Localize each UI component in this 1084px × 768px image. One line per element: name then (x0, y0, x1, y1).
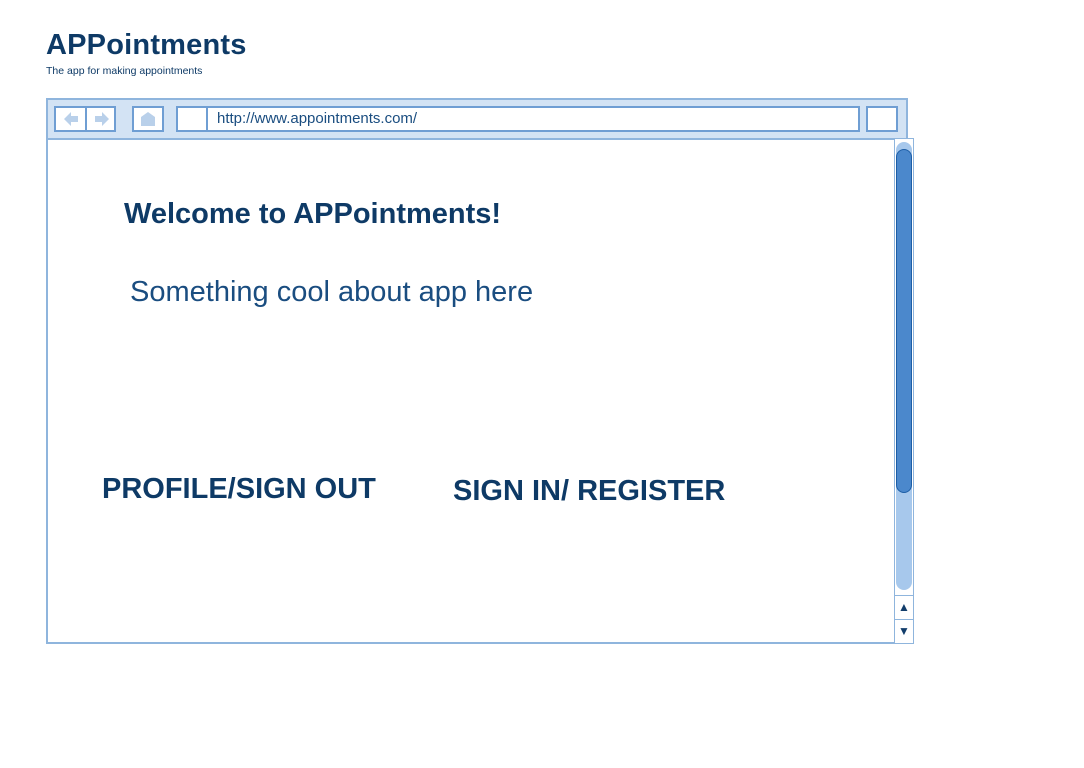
profile-sign-out-link[interactable]: PROFILE/SIGN OUT (102, 471, 376, 507)
triangle-up-icon: ▲ (898, 600, 910, 614)
scroll-down-button[interactable]: ▼ (895, 619, 913, 642)
forward-button[interactable] (87, 108, 116, 130)
back-arrow-icon (63, 112, 78, 126)
home-icon (141, 112, 155, 126)
welcome-heading: Welcome to APPointments! (124, 198, 502, 230)
scroll-up-button[interactable]: ▲ (895, 595, 913, 618)
sign-in-register-link[interactable]: SIGN IN/ REGISTER (453, 473, 725, 509)
nav-button-group (54, 106, 116, 132)
page-icon-box (176, 106, 208, 132)
address-bar[interactable]: http://www.appointments.com/ (206, 106, 860, 132)
go-button[interactable] (866, 106, 898, 132)
page: APPointments The app for making appointm… (0, 0, 1084, 768)
scroll-thumb[interactable] (896, 149, 912, 493)
forward-arrow-icon (94, 112, 109, 126)
triangle-down-icon: ▼ (898, 624, 910, 638)
back-button[interactable] (56, 108, 87, 130)
app-subtitle: The app for making appointments (46, 65, 203, 77)
browser-window: http://www.appointments.com/ (46, 98, 908, 644)
app-title: APPointments (46, 29, 247, 61)
vertical-scrollbar[interactable]: ▲ ▼ (894, 138, 914, 644)
tagline-text: Something cool about app here (130, 276, 534, 308)
browser-toolbar: http://www.appointments.com/ (48, 100, 906, 140)
home-button[interactable] (132, 106, 164, 132)
